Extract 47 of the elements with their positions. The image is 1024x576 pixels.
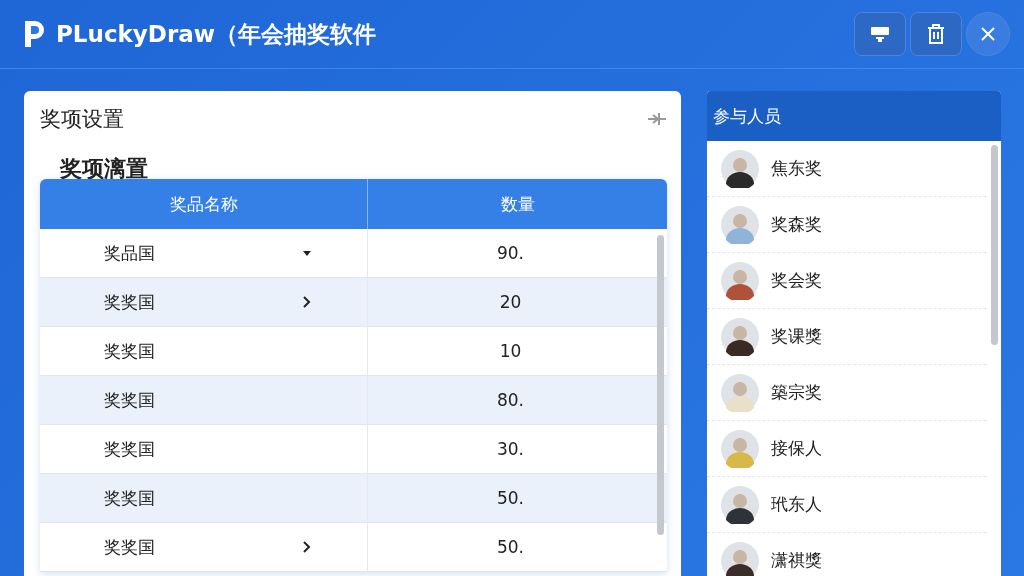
participant-name: 奖森奖 [771,213,822,236]
panel-title: 参与人员 [713,104,781,128]
participant-item[interactable]: 焦东奖 [707,141,987,197]
participant-name: 築宗奖 [771,381,822,404]
panel-title: 奖项设置 [40,106,124,133]
participant-item[interactable]: 潇祺獎 [707,533,987,576]
prize-name: 奖奖国 [104,339,155,363]
table-cell-text: 80. [495,389,525,412]
scrollbar[interactable] [990,145,998,345]
table-cell-text: 50. [495,536,525,559]
table-cell-text: 90. [495,242,525,265]
participant-name: 焦东奖 [771,157,822,180]
section-title: 奖项漓置 [60,157,149,181]
participant-item[interactable]: 奖森奖 [707,197,987,253]
participant-name: 奖课獎 [771,325,822,348]
chevron-right-icon[interactable] [303,541,311,553]
prize-name: 奖品国 [104,241,155,265]
prize-name: 奖奖国 [104,535,155,559]
column-header: 数量 [499,192,536,216]
table-cell-text: 50. [495,487,525,510]
monitor-icon [870,25,890,43]
display-button[interactable] [854,12,906,56]
participant-item[interactable]: 奖课獎 [707,309,987,365]
collapse-icon[interactable] [647,112,667,126]
prize-name: 奖奖国 [104,290,155,314]
table-cell-text: 30. [495,438,525,461]
participant-name: 潇祺獎 [771,549,822,572]
participant-name: 玳东人 [771,493,822,516]
prize-name: 奖奖国 [104,486,155,510]
table-cell-text: 20 [498,291,523,314]
participant-item[interactable]: 接保人 [707,421,987,477]
prize-name: 奖奖国 [104,388,155,412]
trash-icon [927,24,945,44]
close-icon [980,26,996,42]
close-button[interactable] [966,12,1010,56]
participant-item[interactable]: 奖会奖 [707,253,987,309]
participant-item[interactable]: 玳东人 [707,477,987,533]
prize-name: 奖奖国 [104,437,155,461]
caret-icon[interactable] [303,250,311,256]
participant-name: 接保人 [771,437,822,460]
window-title: PLuckyDraw（年会抽奖软件 [56,19,377,49]
delete-button[interactable] [910,12,962,56]
chevron-right-icon[interactable] [303,296,311,308]
table-cell-text: 10 [498,340,523,363]
participant-name: 奖会奖 [771,269,822,292]
participant-item[interactable]: 築宗奖 [707,365,987,421]
scrollbar[interactable] [657,235,664,535]
